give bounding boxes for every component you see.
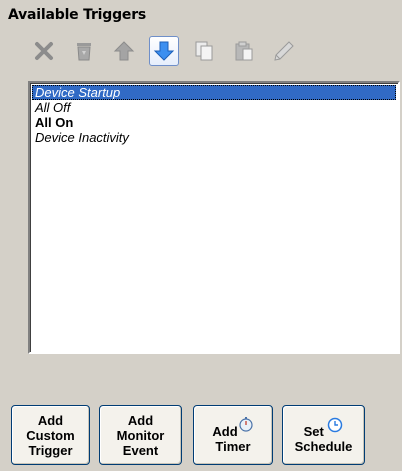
list-item[interactable]: Device Startup	[32, 85, 396, 100]
set-schedule-button[interactable]: Set Schedule	[282, 405, 365, 465]
recycle-bin-button[interactable]	[69, 36, 99, 66]
add-custom-trigger-label: Add Custom Trigger	[26, 412, 75, 458]
set-schedule-label-line2: Schedule	[294, 438, 353, 454]
edit-button[interactable]	[269, 36, 299, 66]
edit-pencil-icon	[274, 41, 294, 61]
add-timer-label-line2: Timer	[215, 439, 251, 454]
paste-icon	[235, 41, 253, 61]
list-item[interactable]: All On	[32, 115, 396, 130]
add-monitor-event-label: Add Monitor Event	[116, 412, 165, 458]
delete-x-icon	[35, 42, 53, 60]
paste-button[interactable]	[229, 36, 259, 66]
move-down-button[interactable]	[149, 36, 179, 66]
list-item[interactable]: Device Inactivity	[32, 130, 396, 145]
set-schedule-label-line1: Set	[303, 423, 324, 439]
add-timer-label-line1: Add	[212, 424, 238, 439]
copy-button[interactable]	[189, 36, 219, 66]
stopwatch-icon	[239, 417, 253, 432]
delete-button[interactable]	[29, 36, 59, 66]
add-timer-button[interactable]: Add Timer	[193, 405, 273, 465]
clock-icon	[328, 417, 343, 432]
triggers-list[interactable]: Device Startup All Off All On Device Ina…	[28, 81, 400, 354]
add-custom-trigger-button[interactable]: Add Custom Trigger	[11, 405, 90, 465]
recycle-bin-icon	[77, 43, 91, 61]
add-monitor-event-button[interactable]: Add Monitor Event	[99, 405, 182, 465]
move-up-button[interactable]	[109, 36, 139, 66]
copy-icon	[195, 41, 213, 61]
move-down-arrow-icon	[153, 41, 175, 61]
panel-title: Available Triggers	[8, 7, 147, 23]
list-item[interactable]: All Off	[32, 100, 396, 115]
move-up-arrow-icon	[113, 41, 135, 61]
